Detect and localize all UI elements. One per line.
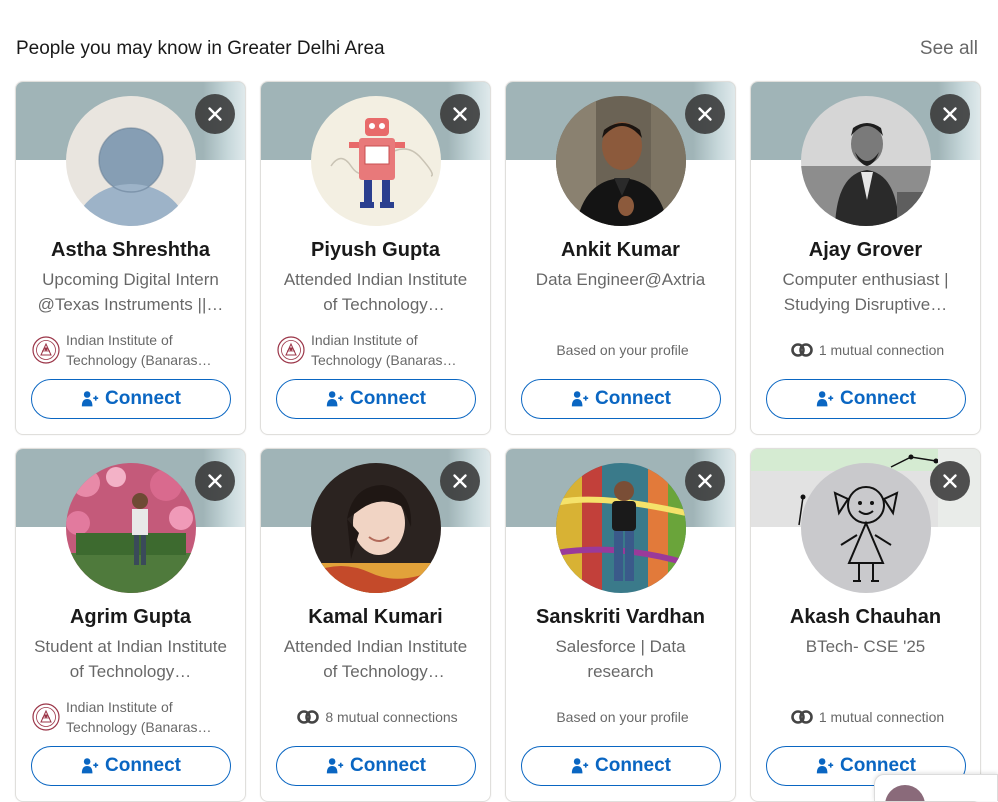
- section-title: People you may know in Greater Delhi Are…: [16, 38, 385, 59]
- add-person-icon: [81, 757, 99, 775]
- person-name[interactable]: Agrim Gupta: [16, 606, 245, 629]
- connect-button[interactable]: Connect: [521, 379, 721, 419]
- avatar[interactable]: [311, 96, 441, 226]
- person-name[interactable]: Astha Shreshtha: [16, 239, 245, 262]
- school-logo-icon: [32, 703, 60, 731]
- avatar: [885, 785, 925, 801]
- person-headline: BTech- CSE '25: [805, 637, 926, 656]
- dismiss-button[interactable]: [440, 94, 480, 134]
- person-card[interactable]: Akash Chauhan BTech- CSE '25 1 mutual co…: [750, 448, 981, 802]
- dismiss-button[interactable]: [930, 94, 970, 134]
- person-headline: Salesforce | Data research: [555, 637, 686, 681]
- insight-text: Based on your profile: [556, 342, 689, 358]
- add-person-icon: [816, 757, 834, 775]
- messaging-overlay[interactable]: [874, 774, 998, 801]
- avatar[interactable]: [66, 96, 196, 226]
- avatar[interactable]: [556, 96, 686, 226]
- school-logo-icon: [277, 336, 305, 364]
- dismiss-button[interactable]: [195, 94, 235, 134]
- person-card[interactable]: Astha Shreshtha Upcoming Digital Intern …: [15, 81, 246, 435]
- connect-label: Connect: [105, 755, 181, 776]
- close-icon: [204, 470, 226, 492]
- add-person-icon: [571, 757, 589, 775]
- connect-button[interactable]: Connect: [276, 746, 476, 786]
- avatar[interactable]: [801, 463, 931, 593]
- connect-label: Connect: [350, 755, 426, 776]
- mutual-connections-icon: [297, 710, 319, 724]
- mutual-insight: 1 mutual connection: [767, 697, 968, 737]
- person-headline: Student at Indian Institute of Technolog…: [34, 637, 227, 681]
- connect-button[interactable]: Connect: [276, 379, 476, 419]
- dismiss-button[interactable]: [930, 461, 970, 501]
- dismiss-button[interactable]: [440, 461, 480, 501]
- person-name[interactable]: Akash Chauhan: [751, 606, 980, 629]
- person-headline: Computer enthusiast | Studying Disruptiv…: [782, 270, 949, 314]
- avatar[interactable]: [801, 96, 931, 226]
- insight-text: Indian Institute of Technology (Banaras…: [66, 332, 212, 368]
- add-person-icon: [816, 390, 834, 408]
- close-icon: [449, 470, 471, 492]
- insight-text: 1 mutual connection: [818, 342, 945, 358]
- person-headline: Attended Indian Institute of Technology …: [283, 637, 468, 681]
- insight-text: Indian Institute of Technology (Banaras…: [66, 699, 212, 735]
- school-insight: Indian Institute of Technology (Banaras…: [32, 330, 233, 370]
- connect-label: Connect: [350, 388, 426, 409]
- connect-label: Connect: [595, 388, 671, 409]
- avatar[interactable]: [66, 463, 196, 593]
- school-insight: Indian Institute of Technology (Banaras…: [32, 697, 233, 737]
- avatar[interactable]: [556, 463, 686, 593]
- close-icon: [449, 103, 471, 125]
- close-icon: [694, 470, 716, 492]
- dismiss-button[interactable]: [195, 461, 235, 501]
- insight-text: Indian Institute of Technology (Banaras…: [311, 332, 457, 368]
- see-all-link[interactable]: See all: [920, 38, 978, 60]
- insight-text: 1 mutual connection: [818, 709, 945, 725]
- person-card[interactable]: Ajay Grover Computer enthusiast | Studyi…: [750, 81, 981, 435]
- mutual-connections-icon: [791, 710, 813, 724]
- person-name[interactable]: Ankit Kumar: [506, 239, 735, 262]
- person-card[interactable]: Agrim Gupta Student at Indian Institute …: [15, 448, 246, 802]
- dismiss-button[interactable]: [685, 461, 725, 501]
- close-icon: [694, 103, 716, 125]
- dismiss-button[interactable]: [685, 94, 725, 134]
- connect-button[interactable]: Connect: [31, 746, 231, 786]
- person-name[interactable]: Sanskriti Vardhan: [506, 606, 735, 629]
- person-card[interactable]: Kamal Kumari Attended Indian Institute o…: [260, 448, 491, 802]
- mutual-connections-icon: [791, 343, 813, 357]
- mutual-insight: 1 mutual connection: [767, 330, 968, 370]
- add-person-icon: [326, 757, 344, 775]
- profile-insight: Based on your profile: [522, 330, 723, 370]
- person-headline: Data Engineer@Axtria: [535, 270, 706, 289]
- person-card[interactable]: Ankit Kumar Data Engineer@Axtria Based o…: [505, 81, 736, 435]
- close-icon: [939, 470, 961, 492]
- connect-label: Connect: [840, 388, 916, 409]
- close-icon: [204, 103, 226, 125]
- profile-insight: Based on your profile: [522, 697, 723, 737]
- person-name[interactable]: Piyush Gupta: [261, 239, 490, 262]
- insight-text: 8 mutual connections: [325, 709, 458, 725]
- connect-button[interactable]: Connect: [31, 379, 231, 419]
- avatar[interactable]: [311, 463, 441, 593]
- connect-button[interactable]: Connect: [766, 379, 966, 419]
- mutual-insight: 8 mutual connections: [277, 697, 478, 737]
- connect-label: Connect: [595, 755, 671, 776]
- person-card[interactable]: Piyush Gupta Attended Indian Institute o…: [260, 81, 491, 435]
- school-logo-icon: [32, 336, 60, 364]
- person-headline: Upcoming Digital Intern @Texas Instrumen…: [37, 270, 224, 314]
- section-header: People you may know in Greater Delhi Are…: [16, 36, 978, 62]
- person-headline: Attended Indian Institute of Technology …: [283, 270, 468, 314]
- person-name[interactable]: Ajay Grover: [751, 239, 980, 262]
- person-card[interactable]: Sanskriti Vardhan Salesforce | Data rese…: [505, 448, 736, 802]
- close-icon: [939, 103, 961, 125]
- add-person-icon: [81, 390, 99, 408]
- insight-text: Based on your profile: [556, 709, 689, 725]
- add-person-icon: [326, 390, 344, 408]
- connect-button[interactable]: Connect: [521, 746, 721, 786]
- person-name[interactable]: Kamal Kumari: [261, 606, 490, 629]
- school-insight: Indian Institute of Technology (Banaras…: [277, 330, 478, 370]
- connect-label: Connect: [105, 388, 181, 409]
- add-person-icon: [571, 390, 589, 408]
